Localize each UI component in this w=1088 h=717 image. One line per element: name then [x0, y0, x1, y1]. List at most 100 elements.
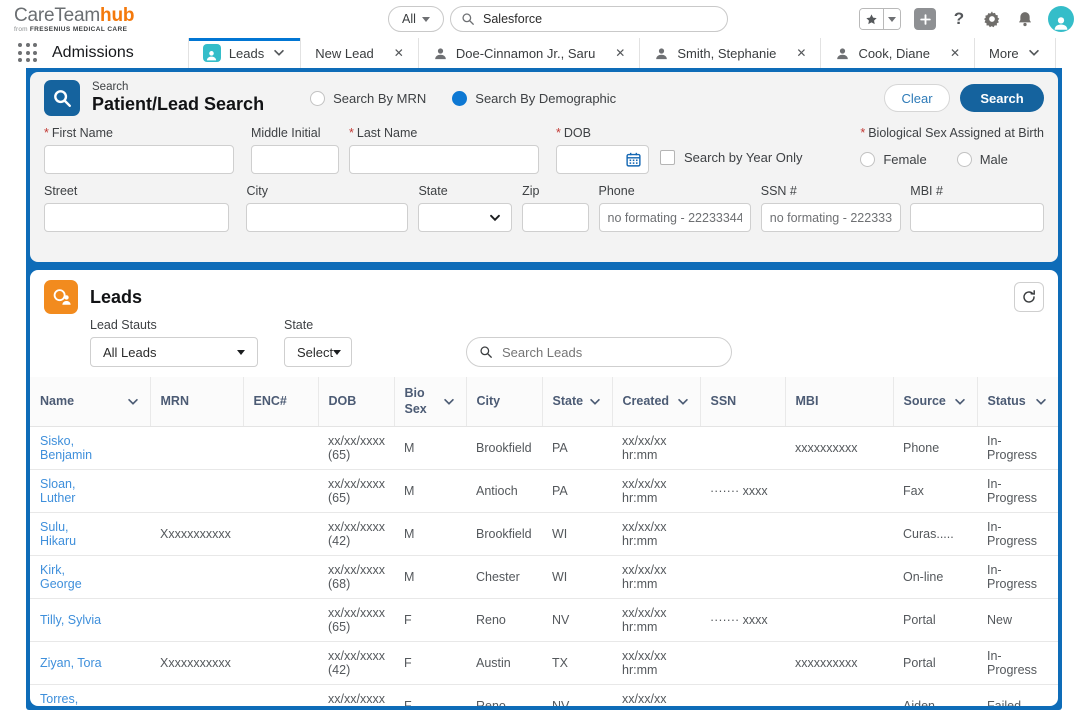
cell-created: xx/xx/xx hr:mm: [612, 556, 700, 599]
sort-chevron-icon[interactable]: [1034, 395, 1048, 409]
mbi-field[interactable]: [910, 203, 1044, 232]
star-icon[interactable]: [860, 9, 884, 29]
cell-source: Portal: [893, 642, 977, 685]
tab-smith-stephanie[interactable]: Smith, Stephanie✕: [639, 38, 820, 68]
chevron-down-icon[interactable]: [1027, 46, 1041, 60]
clear-button[interactable]: Clear: [884, 84, 950, 112]
radio-icon-checked[interactable]: [452, 91, 467, 106]
column-header-bio_sex[interactable]: Bio Sex: [394, 377, 466, 427]
sort-chevron-icon[interactable]: [676, 395, 690, 409]
column-header-created[interactable]: Created: [612, 377, 700, 427]
cell-mrn: [150, 427, 243, 470]
leads-search-box[interactable]: [466, 337, 732, 367]
leads-object-icon: [44, 280, 78, 314]
search-scope-dropdown[interactable]: All: [388, 6, 444, 32]
cell-state: TX: [542, 642, 612, 685]
sort-chevron-icon[interactable]: [126, 395, 140, 409]
panel-title: Patient/Lead Search: [92, 94, 264, 115]
tab-new-lead[interactable]: New Lead✕: [300, 38, 418, 68]
state-select[interactable]: [418, 203, 512, 232]
leads-search-input[interactable]: [502, 345, 719, 360]
chevron-down-icon[interactable]: [272, 46, 286, 60]
sort-chevron-icon[interactable]: [442, 395, 456, 409]
add-button[interactable]: [914, 8, 936, 30]
lead-name-link[interactable]: Sloan, Luther: [30, 470, 150, 513]
lead-name-link[interactable]: Ziyan, Tora: [30, 642, 150, 685]
cell-source: Phone: [893, 427, 977, 470]
radio-label: Female: [883, 152, 926, 167]
radio-search-by-demographic[interactable]: Search By Demographic: [452, 91, 616, 106]
close-icon[interactable]: ✕: [615, 46, 625, 60]
sort-chevron-icon[interactable]: [588, 395, 602, 409]
app-launcher-waffle-icon[interactable]: [18, 43, 38, 63]
lead-name-link[interactable]: Kirk, George: [30, 556, 150, 599]
global-search: All: [388, 6, 728, 32]
mbi-label: MBI #: [910, 184, 1044, 198]
cell-source: On-line: [893, 556, 977, 599]
lead-record-icon: [203, 44, 221, 62]
column-header-state[interactable]: State: [542, 377, 612, 427]
column-header-status[interactable]: Status: [977, 377, 1058, 427]
lead-name-link[interactable]: Sisko, Benjamin: [30, 427, 150, 470]
column-header-source[interactable]: Source: [893, 377, 977, 427]
notifications-bell-icon[interactable]: [1015, 9, 1035, 29]
cell-source: Aiden: [893, 685, 977, 706]
favorites-caret-icon[interactable]: [884, 9, 900, 29]
radio-icon[interactable]: [310, 91, 325, 106]
radio-icon[interactable]: [860, 152, 875, 167]
refresh-button[interactable]: [1014, 282, 1044, 312]
tab-cook-diane[interactable]: Cook, Diane✕: [820, 38, 974, 68]
person-icon: [1052, 14, 1070, 32]
table-row: Sisko, Benjaminxx/xx/xxxx (65)MBrookfiel…: [30, 427, 1058, 470]
radio-icon[interactable]: [957, 152, 972, 167]
favorites-button[interactable]: [859, 8, 901, 30]
cell-enc: [243, 427, 318, 470]
first-name-field[interactable]: [44, 145, 234, 174]
tab-more[interactable]: More: [974, 38, 1056, 68]
tab-doe-cinnamon-jr-saru[interactable]: Doe-Cinnamon Jr., Saru✕: [418, 38, 640, 68]
leads-state-label: State: [284, 318, 352, 332]
cell-bio_sex: F: [394, 599, 466, 642]
help-icon[interactable]: ?: [949, 9, 969, 29]
tab-leads[interactable]: Leads: [188, 38, 300, 68]
ssn-field[interactable]: [761, 203, 902, 232]
cell-mrn: [150, 685, 243, 706]
cell-ssn: ······· xxxx: [700, 599, 785, 642]
radio-male[interactable]: Male: [957, 152, 1008, 167]
lead-name-link[interactable]: Torres, B'Elanna: [30, 685, 150, 706]
global-search-box[interactable]: [450, 6, 728, 32]
setup-gear-icon[interactable]: [982, 9, 1002, 29]
radio-female[interactable]: Female: [860, 152, 926, 167]
search-by-year-only-checkbox[interactable]: Search by Year Only: [660, 150, 803, 165]
city-field[interactable]: [246, 203, 408, 232]
sort-chevron-icon[interactable]: [953, 395, 967, 409]
last-name-field[interactable]: [349, 145, 539, 174]
cell-mrn: [150, 470, 243, 513]
lead-name-link[interactable]: Tilly, Sylvia: [30, 599, 150, 642]
cell-dob: xx/xx/xxxx (65): [318, 599, 394, 642]
lead-status-dropdown[interactable]: All Leads: [90, 337, 258, 367]
checkbox-icon[interactable]: [660, 150, 675, 165]
person-icon: [835, 46, 850, 61]
column-header-name[interactable]: Name: [30, 377, 150, 427]
user-avatar[interactable]: [1048, 6, 1074, 32]
cell-mbi: [785, 685, 893, 706]
close-icon[interactable]: ✕: [950, 46, 960, 60]
calendar-icon[interactable]: [625, 151, 642, 168]
close-icon[interactable]: ✕: [394, 46, 404, 60]
leads-state-dropdown[interactable]: Select: [284, 337, 352, 367]
radio-label: Search By MRN: [333, 91, 426, 106]
street-field[interactable]: [44, 203, 229, 232]
search-button[interactable]: Search: [960, 84, 1044, 112]
column-header-enc: ENC#: [243, 377, 318, 427]
middle-initial-field[interactable]: [251, 145, 339, 174]
close-icon[interactable]: ✕: [796, 46, 806, 60]
phone-field[interactable]: [599, 203, 751, 232]
zip-field[interactable]: [522, 203, 588, 232]
lead-name-link[interactable]: Sulu, Hikaru: [30, 513, 150, 556]
cell-mbi: [785, 470, 893, 513]
global-search-input[interactable]: [483, 12, 717, 26]
dropdown-arrow-icon: [237, 350, 245, 355]
cell-state: WI: [542, 556, 612, 599]
radio-search-by-mrn[interactable]: Search By MRN: [310, 91, 426, 106]
